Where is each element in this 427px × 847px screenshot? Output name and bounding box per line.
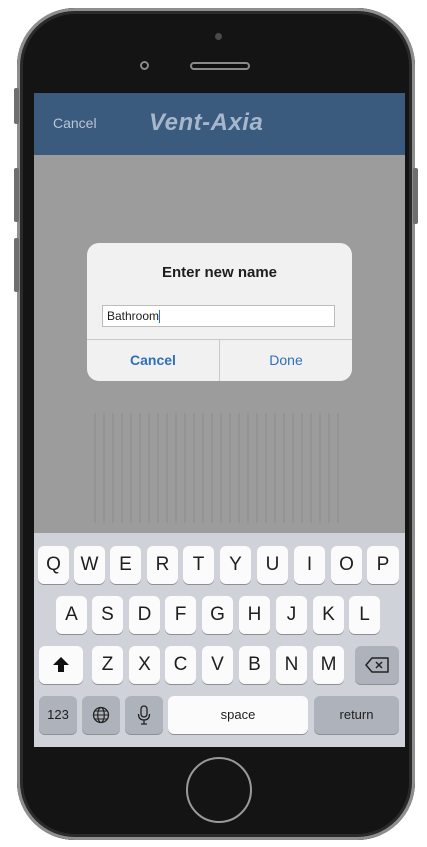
key-e[interactable]: E (110, 546, 141, 584)
alert-cancel-button[interactable]: Cancel (87, 339, 219, 381)
onscreen-keyboard: Q W E R T Y U I O P A S D F G H J K L Z … (34, 533, 405, 747)
volume-down-button (14, 238, 19, 292)
alert-done-button[interactable]: Done (220, 339, 352, 381)
numbers-key[interactable]: 123 (39, 696, 77, 734)
key-m[interactable]: M (313, 646, 344, 684)
key-r[interactable]: R (147, 546, 178, 584)
space-key[interactable]: space (168, 696, 308, 734)
return-key[interactable]: return (314, 696, 399, 734)
key-y[interactable]: Y (220, 546, 251, 584)
volume-up-button (14, 168, 19, 222)
sensor-dot (215, 33, 222, 40)
key-t[interactable]: T (183, 546, 214, 584)
key-s[interactable]: S (92, 596, 123, 634)
name-input-field[interactable]: Bathroom (102, 305, 335, 327)
globe-key[interactable] (82, 696, 120, 734)
navigation-bar: Cancel Vent-Axia (34, 93, 405, 155)
key-c[interactable]: C (165, 646, 196, 684)
key-q[interactable]: Q (38, 546, 69, 584)
key-w[interactable]: W (74, 546, 105, 584)
microphone-icon (137, 705, 151, 725)
key-f[interactable]: F (165, 596, 196, 634)
key-x[interactable]: X (129, 646, 160, 684)
key-o[interactable]: O (331, 546, 362, 584)
key-v[interactable]: V (202, 646, 233, 684)
key-b[interactable]: B (239, 646, 270, 684)
dictation-key[interactable] (125, 696, 163, 734)
dimmed-background-content (94, 413, 344, 523)
key-u[interactable]: U (257, 546, 288, 584)
globe-icon (92, 706, 110, 724)
backspace-icon (365, 657, 389, 673)
alert-title: Enter new name (161, 264, 278, 281)
home-button[interactable] (186, 757, 252, 823)
key-l[interactable]: L (349, 596, 380, 634)
key-i[interactable]: I (294, 546, 325, 584)
rename-alert-dialog: Enter new name Bathroom Cancel Done (87, 243, 352, 381)
key-a[interactable]: A (56, 596, 87, 634)
shift-key[interactable] (39, 646, 83, 684)
text-caret (159, 310, 161, 324)
phone-screen: Cancel Vent-Axia Enter new name Bathroom… (34, 93, 405, 747)
power-button (413, 168, 418, 224)
key-h[interactable]: H (239, 596, 270, 634)
key-k[interactable]: K (313, 596, 344, 634)
nav-cancel-button[interactable]: Cancel (53, 115, 97, 131)
key-j[interactable]: J (276, 596, 307, 634)
name-input-value: Bathroom (107, 309, 160, 323)
delete-key[interactable] (355, 646, 399, 684)
key-g[interactable]: G (202, 596, 233, 634)
key-z[interactable]: Z (92, 646, 123, 684)
key-p[interactable]: P (367, 546, 399, 584)
earpiece-speaker (190, 62, 250, 70)
key-d[interactable]: D (129, 596, 160, 634)
key-n[interactable]: N (276, 646, 307, 684)
vent-axia-logo: Vent-Axia (149, 109, 264, 136)
front-camera (140, 61, 149, 70)
shift-arrow-icon (53, 657, 69, 672)
mute-switch (14, 88, 19, 124)
